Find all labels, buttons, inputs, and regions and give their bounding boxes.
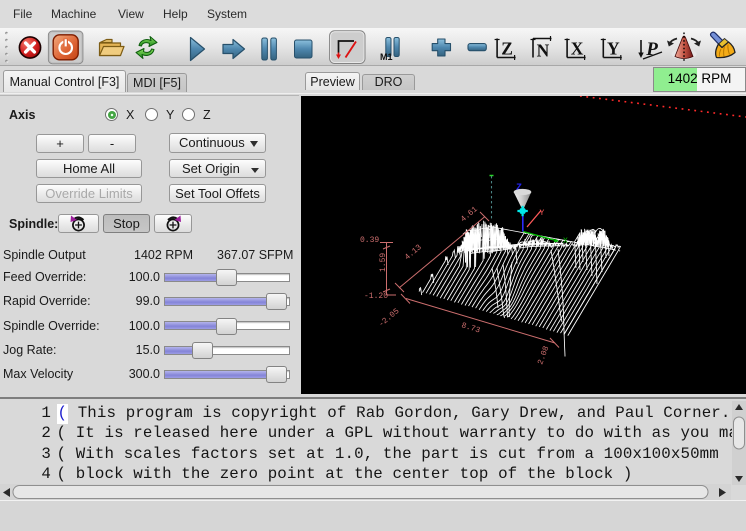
svg-text:X: X — [571, 39, 584, 59]
svg-text:P: P — [645, 39, 658, 60]
svg-text:1.59: 1.59 — [379, 253, 388, 272]
svg-text:2.08: 2.08 — [536, 345, 551, 366]
svg-text:X: X — [563, 237, 568, 246]
svg-text:Y: Y — [540, 209, 545, 218]
svg-text:N: N — [537, 41, 550, 61]
svg-text:Y: Y — [607, 39, 620, 59]
svg-text:0.39: 0.39 — [360, 236, 379, 245]
svg-text:4.13: 4.13 — [403, 243, 424, 262]
svg-text:M1: M1 — [380, 52, 393, 62]
svg-text:4.61: 4.61 — [459, 205, 480, 224]
svg-text:Z: Z — [501, 39, 513, 59]
svg-text:-1.20: -1.20 — [364, 292, 388, 301]
svg-text:-2.05: -2.05 — [377, 307, 401, 329]
svg-text:8.73: 8.73 — [460, 321, 481, 335]
